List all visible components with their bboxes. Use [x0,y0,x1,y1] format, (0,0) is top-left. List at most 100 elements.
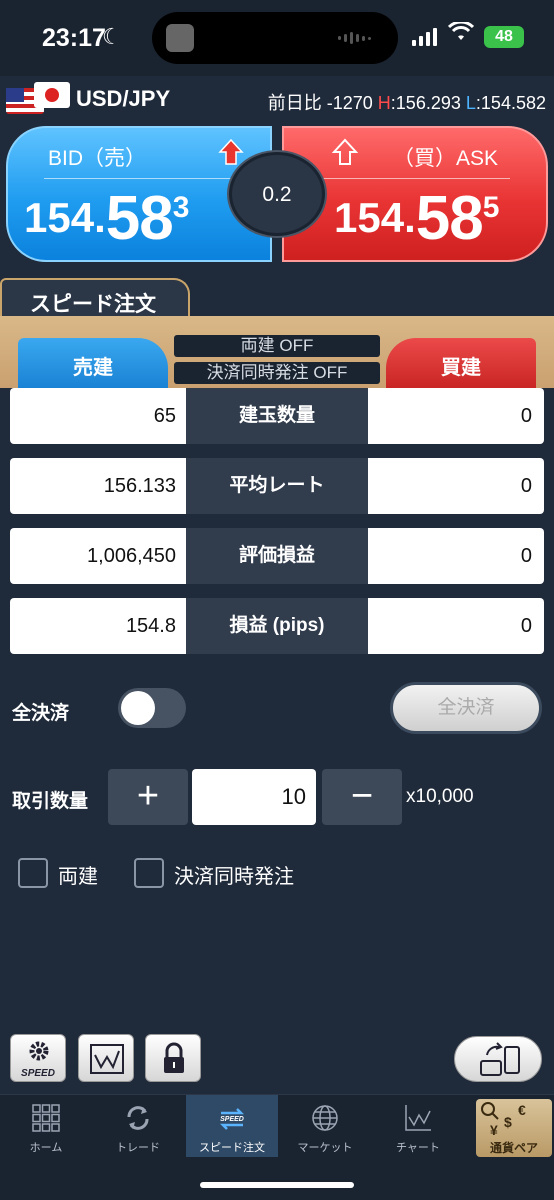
ask-divider [302,178,510,179]
nav-speed-order[interactable]: SPEED スピード注文 [186,1095,278,1157]
chart-icon [405,1105,431,1131]
island-avatar [166,24,194,52]
svg-text:$: $ [504,1114,512,1130]
bid-divider [44,178,252,179]
plus-icon: + [136,775,160,817]
quantity-input[interactable]: 10 [192,769,316,825]
arrow-up-icon [218,138,244,165]
change-value: -1270 [326,93,373,113]
buy-valuation-pl: 0 [368,528,544,584]
simultaneous-mode-status: 決済同時発注 OFF [174,362,380,384]
close-all-button[interactable]: 全決済 [390,682,542,734]
moon-icon: ☾ [102,24,122,49]
status-time: 23:17 [42,24,106,52]
svg-text:€: € [518,1102,526,1118]
currency-icon: € $ ¥ [481,1102,526,1138]
mini-chart-icon [90,1044,124,1074]
nav-currency-pair[interactable]: € $ ¥ 通貨ペア [476,1099,552,1157]
spread-value: 0.2 [262,183,292,206]
high-label: H [377,93,391,113]
position-quantity-label: 建玉数量 [186,388,368,444]
svg-text:¥: ¥ [490,1122,498,1138]
quantity-minus-button[interactable]: − [322,769,402,825]
pair-name: USD/JPY [76,86,171,111]
nav-market[interactable]: マーケット [279,1095,371,1157]
ask-price: 154. 58 5 [334,186,499,252]
tab-speed-order[interactable]: スピード注文 [0,278,190,318]
low-value: 154.582 [480,93,546,113]
bid-price-main: 154. [24,194,106,241]
close-all-label: 全決済 [12,703,70,724]
sell-valuation-pl: 1,006,450 [10,528,186,584]
dynamic-island [152,12,398,64]
position-quantity-row: 65 建玉数量 0 [10,388,544,444]
average-rate-row: 156.133 平均レート 0 [10,458,544,514]
nav-home-label: ホーム [29,1142,63,1154]
wifi-icon [447,20,475,48]
hedge-checkbox[interactable] [18,858,48,888]
chart-button[interactable] [78,1034,134,1082]
ask-label: （買）ASK [392,147,498,170]
svg-text:SPEED: SPEED [220,1116,244,1123]
change-label: 前日比 [267,93,322,113]
rotate-screen-button[interactable] [454,1036,542,1082]
toggle-knob [121,691,155,725]
high-value: 156.293 [395,93,461,113]
spread-badge: 0.2 [229,152,325,236]
status-bar: 23:17 ☾ 48 [0,0,554,76]
quantity-plus-button[interactable]: + [108,769,188,825]
sell-tab-label: 売建 [73,357,113,379]
valuation-pl-row: 1,006,450 評価損益 0 [10,528,544,584]
nav-chart[interactable]: チャート [372,1095,464,1157]
nav-home[interactable]: ホーム [0,1095,92,1157]
buy-pips-pl: 0 [368,598,544,654]
gear-icon [29,1041,49,1061]
simultaneous-checkbox[interactable] [134,858,164,888]
bid-price-sup: 3 [172,191,190,224]
buy-tab-label: 買建 [441,357,481,379]
hedge-checkbox-label: 両建 [58,866,98,888]
nav-currency-pair-label: 通貨ペア [489,1141,538,1155]
hedge-mode-status: 両建 OFF [174,335,380,357]
rotate-device-icon [480,1042,520,1076]
globe-icon [312,1105,338,1131]
lock-button[interactable] [145,1034,201,1082]
sell-position-quantity: 65 [10,388,186,444]
sell-tab[interactable]: 売建 [18,338,168,388]
japan-flag-icon [34,82,70,108]
quantity-label: 取引数量 [12,791,89,812]
trade-arrows-icon [127,1106,149,1130]
pair-stats: 前日比 -1270 H:156.293 L:154.582 [267,93,546,113]
ask-price-sup: 5 [482,191,500,224]
bid-price: 154. 58 3 [24,186,189,252]
speed-settings-button[interactable]: SPEED [10,1034,66,1082]
tab-speed-order-label: スピード注文 [30,293,156,316]
currency-pair-header[interactable]: USD/JPY 前日比 -1270 H:156.293 L:154.582 [0,76,554,124]
nav-market-label: マーケット [297,1142,353,1154]
sell-average-rate: 156.133 [10,458,186,514]
average-rate-label: 平均レート [186,458,368,514]
pips-pl-row: 154.8 損益 (pips) 0 [10,598,544,654]
lock-icon [164,1042,184,1073]
audio-wave-icon [338,31,374,45]
home-indicator [200,1182,354,1188]
signal-icon [412,28,437,46]
nav-trade-label: トレード [116,1142,160,1154]
pips-pl-label: 損益 (pips) [186,598,368,654]
ask-price-big: 58 [415,184,484,253]
home-grid-icon [32,1104,60,1132]
battery-indicator: 48 [484,26,524,48]
buy-position-quantity: 0 [368,388,544,444]
ask-price-main: 154. [334,194,416,241]
close-all-toggle[interactable] [118,688,186,728]
bid-label: BID（売） [48,147,147,170]
sell-pips-pl: 154.8 [10,598,186,654]
speed-text: SPEED [21,1068,55,1079]
bid-price-big: 58 [105,184,174,253]
buy-tab[interactable]: 買建 [386,338,536,388]
nav-trade[interactable]: トレード [92,1095,184,1157]
quantity-unit: x10,000 [406,786,474,807]
arrow-up-outline-icon [332,138,358,165]
low-label: L [465,93,476,113]
speed-icon: SPEED [219,1108,245,1130]
